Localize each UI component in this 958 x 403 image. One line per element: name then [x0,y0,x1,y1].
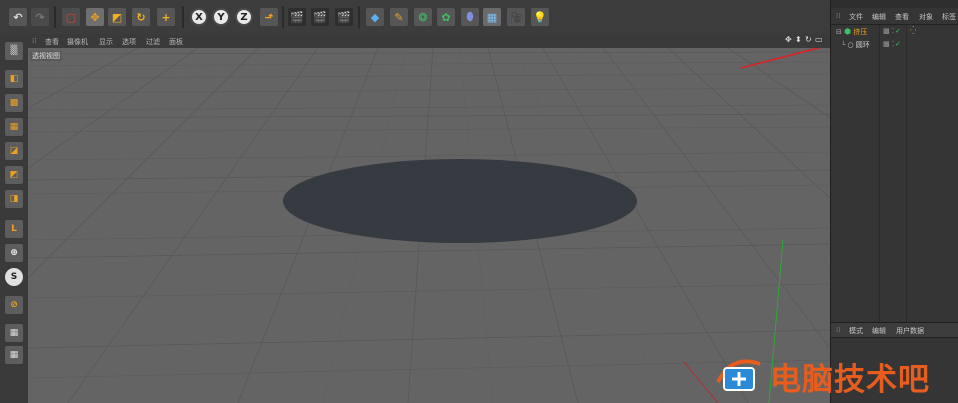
viewport-menu-cameras[interactable]: 摄像机 [67,37,88,47]
live-selection-icon[interactable]: ▢ [62,8,80,26]
viewport-menu-filter[interactable]: 过滤 [146,37,160,47]
tweak-icon[interactable]: ⊕ [5,244,23,262]
visibility-dots[interactable]: ▩ ⁚ [883,40,894,48]
column-divider [906,25,907,322]
render-picture-viewer-icon[interactable]: 🎬 [311,8,329,26]
redo-icon[interactable]: ↷ [31,8,49,26]
object-menu-view[interactable]: 查看 [895,12,909,22]
texture-icon[interactable]: ◧ [5,70,23,88]
scale-icon[interactable]: ◩ [108,8,126,26]
object-menu-file[interactable]: 文件 [849,12,863,22]
tree-expand-icon[interactable]: ⊟ [836,28,842,36]
pen-spline-icon[interactable]: ✎ [390,8,408,26]
viewport-nav-move-icon[interactable]: ✥ [785,35,792,44]
viewport-menu-bar: ⁞⁞ 查看 摄像机 显示 选项 过滤 面板 ✥ ⬍ ↻ ▭ [28,34,830,49]
viewport-menu-panel[interactable]: 面板 [169,37,183,47]
divider [831,24,958,25]
render-settings-icon[interactable]: 🎬 [335,8,353,26]
x-axis-lock-button[interactable]: X [190,8,208,26]
z-axis-lock-button[interactable]: Z [235,8,253,26]
viewport-nav-rotate-icon[interactable]: ↻ [805,35,812,44]
object-name[interactable]: 圆环 [856,41,870,49]
array-icon[interactable]: ✿ [437,8,455,26]
enable-icon[interactable]: ⊘ [5,296,23,314]
object-row-circle[interactable]: └ ○ 圆环 [841,40,870,50]
viewport-grid [28,48,830,403]
undo-icon[interactable]: ↶ [9,8,27,26]
viewport-maximize-icon[interactable]: ▭ [815,35,823,44]
visibility-dots[interactable]: ▩ ⁚ [883,27,894,35]
watermark-text: 电脑技术吧 [770,362,930,398]
polygon-mode-icon[interactable]: ◨ [5,190,23,208]
rotate-icon[interactable]: ↻ [132,8,150,26]
attributes-menu-edit[interactable]: 编辑 [872,326,886,336]
recent-tools-icon[interactable]: + [157,8,175,26]
camera-icon[interactable]: 🎥 [507,8,525,26]
floor-icon[interactable]: ▦ [483,8,501,26]
extrude-icon: ⬢ [844,27,852,36]
object-row-extrude[interactable]: ⊟ ⬢ 挤压 [836,27,867,37]
attributes-menu-user-data[interactable]: 用户数据 [896,326,924,336]
toolbar-divider [54,6,56,28]
model-icon[interactable]: ▒ [5,42,23,60]
move-icon[interactable]: ✥ [86,8,104,26]
object-menu-tags[interactable]: 标签 [942,12,956,22]
mode-palette: ▒ ◧ ▩ ▦ ◪ ◩ ◨ L ⊕ S ⊘ ▦ ▦ [0,34,29,403]
viewport-menu-view[interactable]: 查看 [45,37,59,47]
attributes-menu-bar: ⁞⁞ 模式 编辑 用户数据 [831,322,958,338]
column-divider [879,25,880,322]
viewport-label: 透视视图 [30,51,62,61]
coordinate-system-icon[interactable]: ⬏ [260,8,278,26]
main-toolbar: ↶ ↷ ▢ ✥ ◩ ↻ + X Y Z ⬏ 🎬 🎬 🎬 ◆ ✎ ❂ ✿ ⬮ ▦ … [0,0,830,35]
snap-icon[interactable]: S [5,268,23,286]
toolbar-divider [282,6,284,28]
perspective-viewport[interactable]: 透视视图 [28,48,830,403]
object-menu-edit[interactable]: 编辑 [872,12,886,22]
object-name[interactable]: 挤压 [853,28,867,36]
edge-icon[interactable]: ◪ [5,142,23,160]
polygon-icon[interactable]: ◩ [5,166,23,184]
circle-spline-icon: ○ [847,41,854,49]
workplane-icon[interactable]: ▩ [5,94,23,112]
y-axis-lock-button[interactable]: Y [212,8,230,26]
deformer-icon[interactable]: ⬮ [461,8,479,26]
axis-icon[interactable]: L [5,220,23,238]
phong-tag-icon[interactable]: ⁛ [910,26,916,35]
light-icon[interactable]: 💡 [531,8,549,26]
extrude-disc [283,159,637,243]
grip-icon: ⁞⁞ [836,12,841,20]
tree-branch-icon: └ [841,41,846,49]
point-icon[interactable]: ▦ [5,118,23,136]
grip-icon: ⁞⁞ [836,326,841,334]
grip-icon: ⁞⁞ [32,37,37,45]
object-menu-objects[interactable]: 对象 [919,12,933,22]
viewport-nav-zoom-icon[interactable]: ⬍ [795,35,802,44]
attributes-menu-mode[interactable]: 模式 [849,326,863,336]
viewport-menu-display[interactable]: 显示 [99,37,113,47]
cube-icon[interactable]: ◆ [366,8,384,26]
enabled-check-icon[interactable]: ✓ [895,40,901,48]
enabled-check-icon[interactable]: ✓ [895,27,901,35]
viewport-menu-options[interactable]: 选项 [122,37,136,47]
lock-grid-icon[interactable]: ▦ [5,324,23,342]
watermark-logo-icon [716,359,761,391]
render-view-icon[interactable]: 🎬 [288,8,306,26]
subdivision-icon[interactable]: ❂ [414,8,432,26]
toolbar-divider [358,6,360,28]
panel-top-strip [831,0,958,8]
annotation-arrow-line [740,48,822,69]
lock-icon[interactable]: ▦ [5,346,23,364]
object-manager-panel: ⁞⁞ 文件 编辑 查看 对象 标签 ⊟ ⬢ 挤压 ▩ ⁚ ✓ ⁛ └ ○ 圆环 … [830,0,958,403]
toolbar-divider [182,6,184,28]
